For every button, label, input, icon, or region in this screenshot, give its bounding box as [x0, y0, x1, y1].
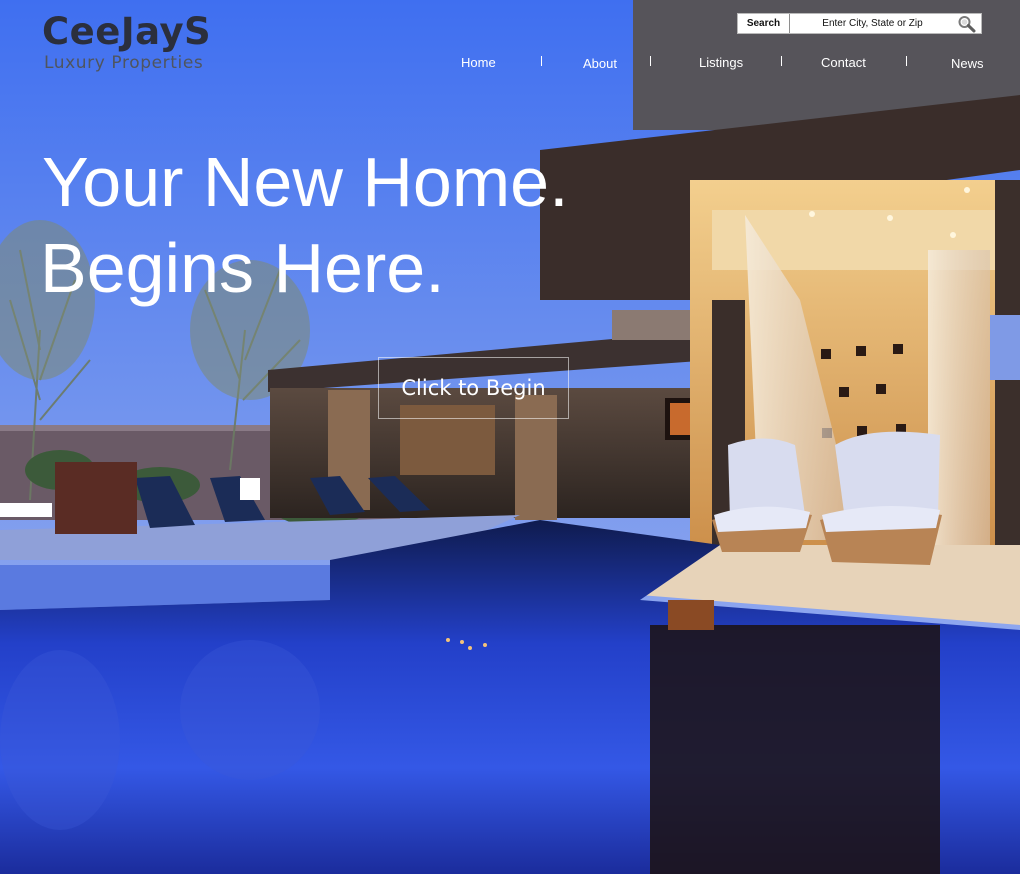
search-input[interactable]: [790, 14, 955, 33]
nav-separator: [906, 56, 907, 66]
brand-name: CeeJayS: [42, 10, 212, 53]
magnifier-icon[interactable]: [957, 15, 977, 33]
nav-separator: [781, 56, 782, 66]
brand-tagline: Luxury Properties: [44, 53, 204, 73]
nav-news[interactable]: News: [951, 56, 984, 72]
nav-separator: [650, 56, 651, 66]
brand-logo[interactable]: CeeJayS Luxury Properties: [42, 10, 211, 72]
hero-headline-line-2: Begins Here.: [40, 229, 445, 307]
nav-separator: [541, 56, 542, 66]
nav-listings[interactable]: Listings: [699, 55, 743, 71]
nav-about[interactable]: About: [583, 56, 617, 72]
nav-contact[interactable]: Contact: [821, 55, 866, 71]
click-to-begin-button[interactable]: Click to Begin: [378, 357, 569, 419]
hero-background-image: [0, 0, 1020, 874]
search-bar: Search: [737, 13, 982, 34]
search-button[interactable]: Search: [738, 14, 790, 33]
nav-home[interactable]: Home: [461, 55, 496, 71]
hero-headline-line-1: Your New Home.: [42, 143, 569, 221]
